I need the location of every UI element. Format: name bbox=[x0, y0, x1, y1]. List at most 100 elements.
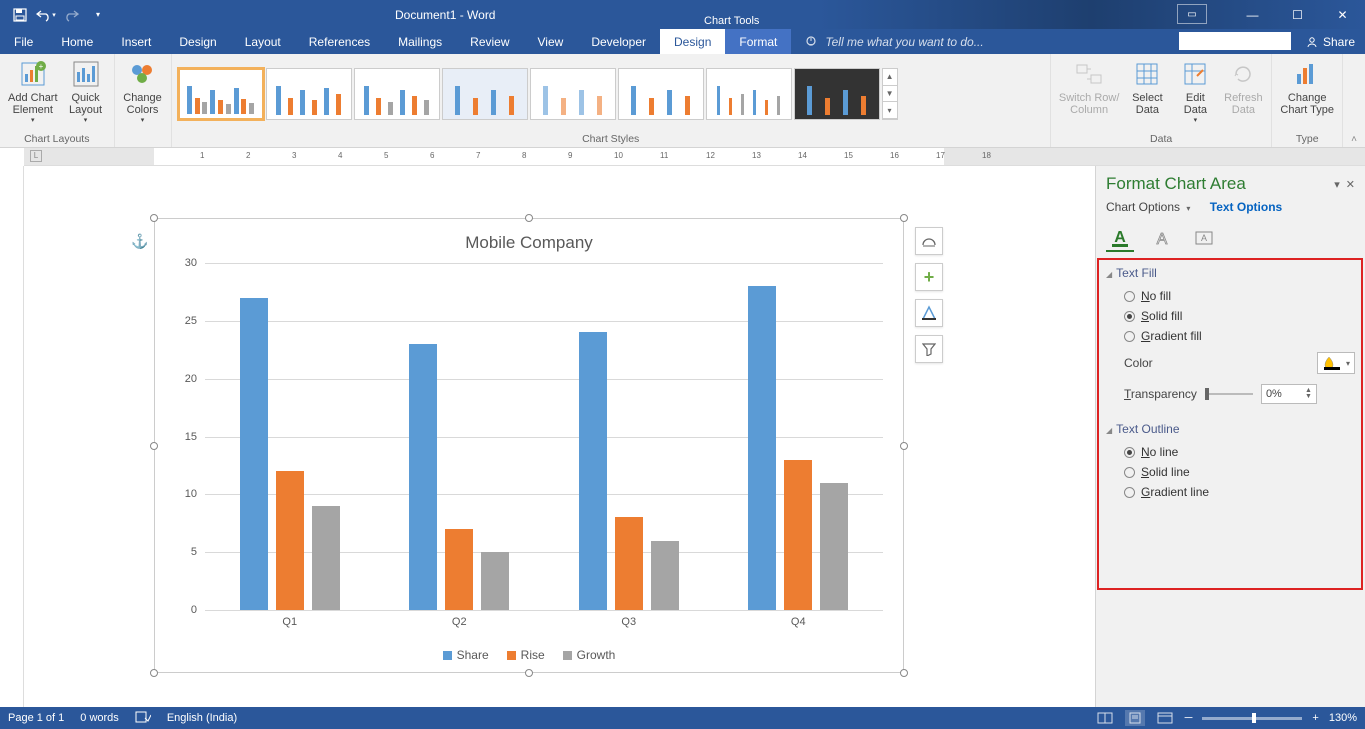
select-data-button[interactable]: Select Data bbox=[1123, 56, 1171, 128]
resize-handle[interactable] bbox=[150, 669, 158, 677]
style-thumb-8[interactable] bbox=[794, 68, 880, 120]
highlight-box bbox=[1097, 258, 1363, 590]
layout-options-icon[interactable] bbox=[915, 227, 943, 255]
chart-styles-icon[interactable] bbox=[915, 299, 943, 327]
chart-options-link[interactable]: Chart Options bbox=[1106, 200, 1190, 214]
textbox-tab-icon[interactable]: A bbox=[1190, 224, 1218, 252]
pane-options-dropdown-icon[interactable]: ▾ bbox=[1334, 178, 1340, 191]
style-thumb-5[interactable] bbox=[530, 68, 616, 120]
group-label-type: Type bbox=[1276, 133, 1338, 147]
group-data: Switch Row/ Column Select Data Edit Data… bbox=[1051, 54, 1273, 147]
x-axis-label: Q2 bbox=[375, 610, 545, 640]
bar-share[interactable] bbox=[748, 286, 776, 610]
save-icon[interactable] bbox=[8, 3, 32, 27]
bar-growth[interactable] bbox=[651, 541, 679, 610]
tab-chart-design[interactable]: Design bbox=[660, 29, 725, 54]
bar-growth[interactable] bbox=[820, 483, 848, 610]
close-icon[interactable]: ✕ bbox=[1320, 0, 1365, 29]
tab-developer[interactable]: Developer bbox=[577, 29, 660, 54]
color-picker-button[interactable] bbox=[1317, 352, 1355, 374]
bar-share[interactable] bbox=[409, 344, 437, 610]
web-layout-icon[interactable] bbox=[1155, 710, 1175, 726]
text-effects-tab-icon[interactable]: A bbox=[1148, 224, 1176, 252]
change-chart-type-button[interactable]: Change Chart Type bbox=[1276, 56, 1338, 128]
style-thumb-3[interactable] bbox=[354, 68, 440, 120]
zoom-slider[interactable] bbox=[1202, 717, 1302, 720]
search-input[interactable] bbox=[1179, 32, 1291, 50]
add-chart-element-button[interactable]: + Add Chart Element▾ bbox=[4, 56, 62, 128]
ribbon: + Add Chart Element▾ Quick Layout▾ Chart… bbox=[0, 54, 1365, 148]
bar-growth[interactable] bbox=[312, 506, 340, 610]
text-fill-outline-tab-icon[interactable]: A bbox=[1106, 224, 1134, 252]
qat-customize-icon[interactable]: ▾ bbox=[86, 3, 110, 27]
style-thumb-7[interactable] bbox=[706, 68, 792, 120]
tab-home[interactable]: Home bbox=[47, 29, 107, 54]
resize-handle[interactable] bbox=[900, 214, 908, 222]
tab-file[interactable]: File bbox=[0, 29, 47, 54]
change-colors-button[interactable]: Change Colors▾ bbox=[119, 56, 167, 128]
resize-handle[interactable] bbox=[525, 214, 533, 222]
resize-handle[interactable] bbox=[525, 669, 533, 677]
chart-filters-icon[interactable] bbox=[915, 335, 943, 363]
tab-mailings[interactable]: Mailings bbox=[384, 29, 456, 54]
zoom-value[interactable]: 130% bbox=[1329, 712, 1357, 724]
bar-rise[interactable] bbox=[276, 471, 304, 610]
word-count[interactable]: 0 words bbox=[80, 712, 119, 724]
legend-item[interactable]: Share bbox=[443, 648, 489, 662]
chart-elements-icon[interactable]: + bbox=[915, 263, 943, 291]
collapse-ribbon-icon[interactable]: ˄ bbox=[1343, 54, 1365, 147]
chart-styles-gallery[interactable]: ▲▼▾ bbox=[176, 66, 900, 122]
print-layout-icon[interactable] bbox=[1125, 710, 1145, 726]
tab-references[interactable]: References bbox=[295, 29, 384, 54]
zoom-out-button[interactable]: ─ bbox=[1185, 712, 1193, 724]
transparency-slider[interactable] bbox=[1205, 393, 1253, 395]
tab-review[interactable]: Review bbox=[456, 29, 523, 54]
bar-share[interactable] bbox=[240, 298, 268, 610]
plot-area[interactable]: Q1Q2Q3Q4 051015202530 bbox=[165, 263, 893, 640]
tab-layout[interactable]: Layout bbox=[231, 29, 295, 54]
chart-legend[interactable]: Share Rise Growth bbox=[165, 640, 893, 662]
bar-growth[interactable] bbox=[481, 552, 509, 610]
undo-icon[interactable]: ▾ bbox=[34, 3, 58, 27]
status-bar: Page 1 of 1 0 words English (India) ─ + … bbox=[0, 707, 1365, 729]
zoom-in-button[interactable]: + bbox=[1312, 712, 1318, 724]
bar-share[interactable] bbox=[579, 332, 607, 610]
resize-handle[interactable] bbox=[900, 442, 908, 450]
style-thumb-6[interactable] bbox=[618, 68, 704, 120]
pane-close-icon[interactable]: ✕ bbox=[1346, 178, 1355, 191]
legend-item[interactable]: Growth bbox=[563, 648, 616, 662]
ribbon-display-options-icon[interactable]: ▭ bbox=[1177, 4, 1207, 24]
language-indicator[interactable]: English (India) bbox=[167, 712, 237, 724]
bar-rise[interactable] bbox=[445, 529, 473, 610]
chart-title[interactable]: Mobile Company bbox=[165, 229, 893, 263]
quick-layout-button[interactable]: Quick Layout▾ bbox=[62, 56, 110, 128]
tab-chart-format[interactable]: Format bbox=[725, 29, 791, 54]
chart-object[interactable]: ⚓ + Mobile Company Q1Q2Q3Q bbox=[154, 218, 904, 673]
bar-rise[interactable] bbox=[784, 460, 812, 610]
style-thumb-2[interactable] bbox=[266, 68, 352, 120]
text-options-link[interactable]: Text Options bbox=[1210, 200, 1282, 214]
tab-view[interactable]: View bbox=[524, 29, 578, 54]
group-type: Change Chart Type Type bbox=[1272, 54, 1343, 147]
read-mode-icon[interactable] bbox=[1095, 710, 1115, 726]
resize-handle[interactable] bbox=[150, 214, 158, 222]
share-button[interactable]: Share bbox=[1295, 29, 1365, 54]
redo-icon[interactable] bbox=[60, 3, 84, 27]
bar-rise[interactable] bbox=[615, 517, 643, 610]
x-axis-label: Q4 bbox=[714, 610, 884, 640]
spell-check-icon[interactable] bbox=[135, 710, 151, 727]
maximize-icon[interactable]: ☐ bbox=[1275, 0, 1320, 29]
page-indicator[interactable]: Page 1 of 1 bbox=[8, 712, 64, 724]
tab-design[interactable]: Design bbox=[165, 29, 230, 54]
tell-me-search[interactable]: Tell me what you want to do... bbox=[791, 29, 1175, 54]
style-thumb-1[interactable] bbox=[178, 68, 264, 120]
resize-handle[interactable] bbox=[900, 669, 908, 677]
refresh-data-button: Refresh Data bbox=[1219, 56, 1267, 128]
tab-insert[interactable]: Insert bbox=[107, 29, 165, 54]
minimize-icon[interactable]: — bbox=[1230, 0, 1275, 29]
legend-item[interactable]: Rise bbox=[507, 648, 545, 662]
gallery-more-button[interactable]: ▲▼▾ bbox=[882, 68, 898, 120]
style-thumb-4[interactable] bbox=[442, 68, 528, 120]
edit-data-button[interactable]: Edit Data▾ bbox=[1171, 56, 1219, 128]
resize-handle[interactable] bbox=[150, 442, 158, 450]
